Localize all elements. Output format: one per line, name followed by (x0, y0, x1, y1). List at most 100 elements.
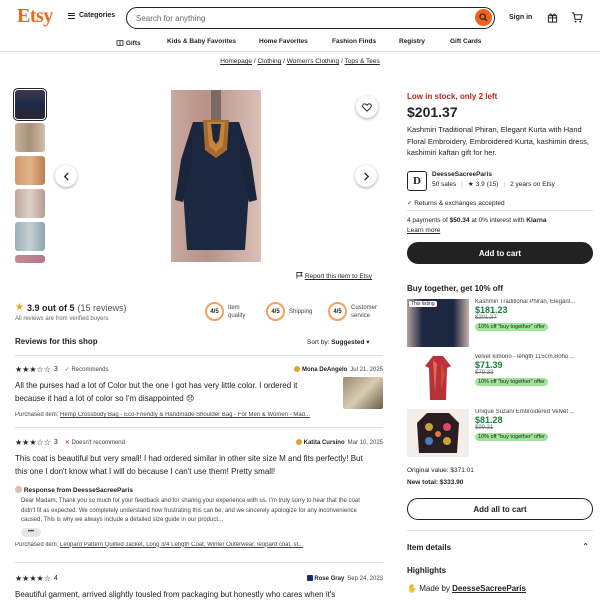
shop-review-count: (15) (486, 180, 499, 188)
nav-fashion-finds[interactable]: Fashion Finds (332, 38, 376, 45)
original-value: Original value: $371.01 (407, 467, 593, 474)
bundle-item-old-price: $79.33 (475, 370, 494, 376)
breadcrumb-link[interactable]: Homepage (220, 58, 252, 65)
not-recommended-tag: ✕ Doesn't recommend (65, 439, 125, 446)
breadcrumb-link[interactable]: Women's Clothing (287, 58, 339, 65)
x-icon: ✕ (64, 440, 70, 446)
categories-button[interactable]: Categories (68, 12, 115, 19)
star-icon: ★ (467, 181, 474, 188)
stock-notice: Low in stock, only 2 left (407, 92, 498, 101)
not-recommended-label: Doesn't recommend (71, 440, 125, 446)
chevron-right-icon (363, 171, 369, 181)
favorite-button[interactable] (356, 96, 378, 118)
rating-ring: 4/5 (266, 302, 285, 321)
shop-name[interactable]: DeesseSacreeParis (432, 171, 492, 178)
item-details-title: Item details (407, 543, 452, 552)
product-image[interactable] (171, 90, 261, 262)
bundle-item-image[interactable] (407, 354, 469, 402)
made-by-label: Made by (419, 584, 450, 593)
etsy-logo[interactable]: Etsy (17, 5, 53, 28)
thumbnail-image[interactable] (15, 189, 45, 218)
thumbnail-image[interactable] (15, 255, 45, 263)
nav-gifts[interactable]: Gifts (116, 38, 141, 47)
bundle-offer-badge: 10% off "buy together" offer (475, 323, 548, 331)
product-info: Low in stock, only 2 left $201.37 Kashmi… (407, 92, 593, 159)
nav-kids-baby[interactable]: Kids & Baby Favorites (167, 38, 236, 45)
breadcrumb-link[interactable]: Tops & Tees (345, 58, 380, 65)
new-total-label: New total: (407, 479, 439, 486)
suzani-jacket-graphic (417, 413, 459, 453)
sort-label: Sort by: (307, 339, 330, 346)
bundle-item-image[interactable]: This listing (407, 299, 469, 347)
flag-icon (296, 272, 303, 279)
thumbnail-image[interactable] (15, 156, 45, 185)
returns-text: Returns & exchanges accepted (414, 200, 505, 207)
chevron-left-icon (63, 171, 69, 181)
breadcrumb-link[interactable]: Clothing (257, 58, 281, 65)
prev-image-button[interactable] (55, 165, 77, 187)
review-stars: ★★★★☆ (15, 574, 51, 583)
product-title: Kashmiri Traditional Phiran, Elegant Kur… (407, 125, 590, 157)
bundle-item-image[interactable] (407, 409, 469, 457)
shop-response-title: Response from DeesseSacreeParis (15, 486, 383, 494)
purchased-label: Purchased item: (15, 412, 59, 418)
divider (15, 355, 383, 356)
review-count[interactable]: (15 reviews) (77, 303, 126, 313)
review-rating-number: 4 (53, 575, 58, 582)
next-image-button[interactable] (355, 165, 377, 187)
divider (407, 530, 593, 531)
avatar (295, 439, 302, 445)
shop-logo[interactable]: D (407, 171, 427, 191)
avatar (306, 575, 313, 581)
recommends-tag: ✓ Recommends (65, 366, 109, 373)
reviewer-name-text: Katita Cursino (303, 440, 345, 446)
bundle-offer-badge: 10% off "buy together" offer (475, 378, 548, 386)
purchased-item: Purchased item: Leopard Pattern Quilted … (15, 542, 360, 548)
thumbnail-image[interactable] (15, 222, 45, 251)
chevron-down-icon: ▾ (366, 339, 370, 346)
bundle-offer-badge: 10% off "buy together" offer (475, 433, 548, 441)
gift-icon[interactable] (547, 12, 558, 23)
klarna-info: 4 payments of $50.34 at 0% interest with… (407, 217, 593, 234)
nav-gift-cards[interactable]: Gift Cards (450, 38, 481, 45)
purchased-item-link[interactable]: Leopard Pattern Quilted Jacket, Long 3/4… (60, 542, 303, 548)
add-all-to-cart-button[interactable]: Add all to cart (407, 498, 593, 520)
purchased-item-link[interactable]: Hemp Crossbody Bag - Eco-Friendly & Hand… (60, 412, 310, 418)
report-item-link[interactable]: Report this item to Etsy (296, 272, 372, 280)
original-value-amount: $371.01 (450, 467, 474, 474)
breadcrumb-separator: / (253, 58, 256, 65)
divider (15, 427, 383, 428)
more-button[interactable]: ••• (21, 527, 41, 537)
heart-icon (362, 102, 372, 112)
years-on-etsy: 2 years on Etsy (510, 180, 555, 188)
search-button[interactable] (475, 9, 492, 26)
learn-more-link[interactable]: Learn more (407, 227, 593, 234)
add-to-cart-button[interactable]: Add to cart (407, 242, 593, 264)
reviews-title: Reviews for this shop (15, 337, 98, 346)
divider (407, 210, 593, 211)
thumbnail-image[interactable] (15, 123, 45, 152)
cart-icon[interactable] (571, 12, 583, 23)
nav-home-favorites[interactable]: Home Favorites (259, 38, 308, 45)
verified-note: All reviews are from verified buyers (15, 316, 109, 322)
sort-dropdown[interactable]: Sort by: Suggested ▾ (307, 338, 370, 346)
search-input[interactable]: Search for anything (126, 7, 495, 29)
rating-label: Shipping (289, 308, 313, 315)
nav-registry[interactable]: Registry (399, 38, 425, 45)
rating-ring: 4/5 (205, 302, 224, 321)
thumbnail-image[interactable] (13, 88, 47, 121)
review-item: ★★★☆☆ 3 ✕ Doesn't recommend Katita Cursi… (15, 437, 383, 548)
sign-in-link[interactable]: Sign in (509, 14, 532, 21)
header: Etsy Categories Search for anything Sign… (0, 0, 600, 34)
made-by-shop-link[interactable]: DeesseSacreeParis (452, 584, 526, 593)
rating-customer-service: 4/5 Customer service (328, 302, 387, 321)
item-details-toggle[interactable]: Item details ⌃ (407, 542, 593, 552)
bundle-item: This listing Kashmiri Traditional Phiran… (407, 299, 593, 347)
avatar (294, 366, 301, 372)
nav-gifts-label: Gifts (125, 40, 141, 47)
gift-icon (116, 40, 124, 46)
kimono-garment-graphic (425, 356, 451, 400)
review-text: All the purses had a lot of Color but th… (15, 381, 298, 403)
bundle-item-price: $81.28 (475, 415, 503, 425)
review-photo[interactable] (343, 377, 383, 409)
